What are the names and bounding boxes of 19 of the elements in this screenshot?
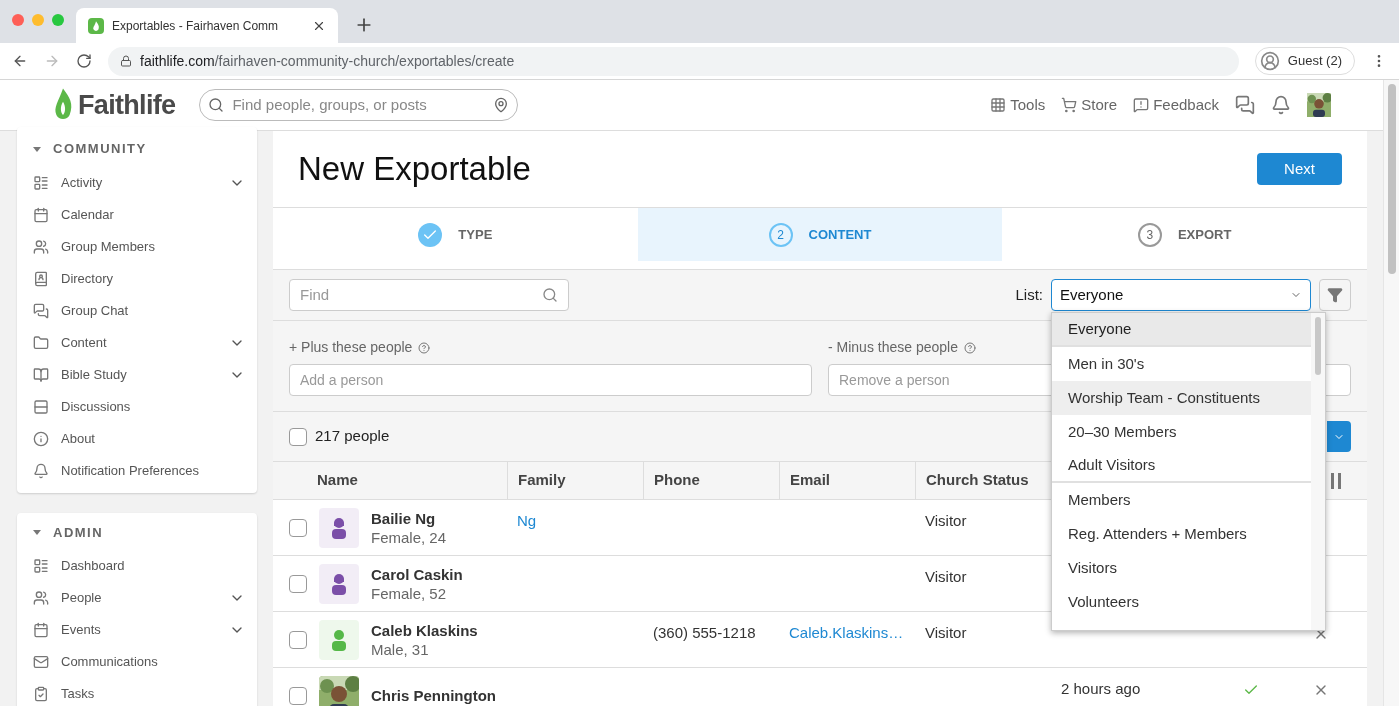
table-cell: Visitor [925, 568, 967, 585]
table-cell: 2 hours ago [1061, 680, 1141, 697]
person-details: Female, 52 [371, 583, 448, 603]
person-details: Female, 24 [371, 527, 447, 547]
person-details: Male, 31 [371, 639, 430, 659]
logo-text: Faithlife [78, 88, 176, 122]
tab-title: Exportables - Fairhaven Comm [112, 17, 280, 35]
url-path: /fairhaven-community-church/exportables/create [214, 51, 515, 71]
step-number: 3 [1137, 222, 1162, 247]
step-number: 2 [768, 222, 793, 247]
table-cell: (360) 555-1218 [653, 624, 756, 641]
people-count: 217 people [315, 426, 390, 447]
url-host: faithlife.com [140, 51, 215, 71]
page-title: New Exportable [298, 149, 531, 190]
list-label: List: [1015, 284, 1043, 305]
table-cell: Visitor [925, 512, 967, 529]
field-label: - Minus these people [828, 338, 958, 357]
table-cell: Visitor [925, 624, 967, 641]
field-label: + Plus these people [289, 338, 413, 357]
